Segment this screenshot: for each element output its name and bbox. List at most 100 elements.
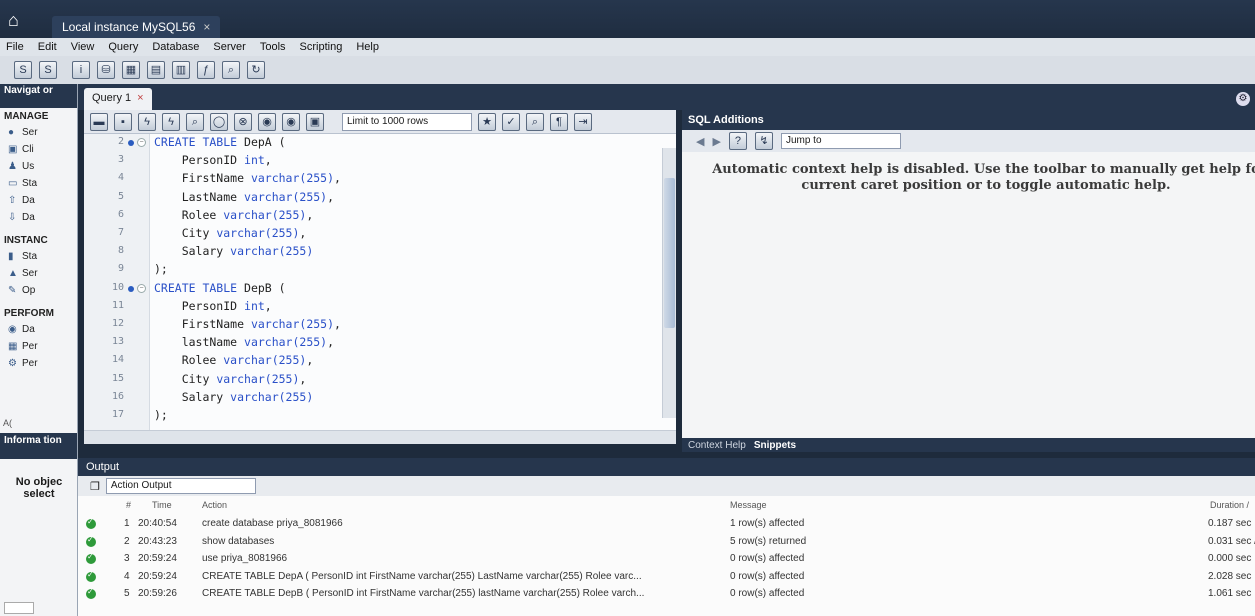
home-icon[interactable]: ⌂ bbox=[8, 10, 30, 30]
import-icon: ⇩ bbox=[8, 212, 17, 223]
rollback-icon[interactable]: ◉ bbox=[282, 112, 300, 131]
instance-section: INSTANC bbox=[4, 235, 48, 246]
close-icon[interactable]: × bbox=[137, 92, 143, 104]
tab-query-1[interactable]: Query 1 × bbox=[84, 88, 152, 110]
nav-item-performance-reports[interactable]: ▦ Per bbox=[0, 338, 77, 355]
code-line: CREATE TABLE DepB ( bbox=[154, 280, 286, 295]
favorite-icon[interactable]: ★ bbox=[478, 112, 496, 131]
nav-item-data-export[interactable]: ⇧ Da bbox=[0, 192, 77, 209]
menu-tools[interactable]: Tools bbox=[260, 41, 286, 53]
output-type-select[interactable]: Action Output bbox=[105, 478, 256, 494]
fold-toggle-icon[interactable]: − bbox=[137, 283, 146, 293]
manual-help-icon[interactable]: ? bbox=[728, 132, 747, 150]
editor-toolbar: ▬ ▪ ϟ ϟ ⌕ ◯ ⊗ ◉ ◉ ▣ Limit to 1000 rows ★… bbox=[84, 110, 676, 134]
reconnect-icon[interactable]: ↻ bbox=[247, 61, 265, 79]
navigator-tabs[interactable]: A( bbox=[0, 418, 77, 432]
nav-item-data-import[interactable]: ⇩ Da bbox=[0, 209, 77, 226]
menu-view[interactable]: View bbox=[71, 41, 95, 53]
nav-item-server-status[interactable]: ● Ser bbox=[0, 124, 77, 141]
menu-database[interactable]: Database bbox=[152, 41, 199, 53]
performance-section: PERFORM bbox=[4, 308, 54, 319]
create-schema-icon[interactable]: ⛁ bbox=[97, 61, 115, 79]
execute-icon[interactable]: ϟ bbox=[138, 112, 156, 131]
open-sql-file-icon[interactable]: S bbox=[39, 61, 57, 79]
forward-icon[interactable]: ▶ bbox=[712, 135, 720, 148]
editor-vertical-scrollbar[interactable] bbox=[662, 148, 676, 418]
search-table-icon[interactable]: ⌕ bbox=[222, 61, 240, 79]
stop-icon[interactable]: ◯ bbox=[210, 112, 228, 131]
action-output-list: # Time Action Message Duration / 1 20:40:… bbox=[78, 496, 1255, 616]
limit-rows-select[interactable]: Limit to 1000 rows bbox=[342, 112, 472, 131]
toggle-continue-icon[interactable]: ⊗ bbox=[234, 112, 252, 131]
jump-to-select[interactable]: Jump to bbox=[780, 133, 901, 149]
save-icon[interactable]: ▪ bbox=[114, 112, 132, 131]
reports-icon: ▦ bbox=[8, 341, 18, 352]
nav-item-dashboard[interactable]: ◉ Da bbox=[0, 321, 77, 338]
create-function-icon[interactable]: ƒ bbox=[197, 61, 215, 79]
schema-setup-icon: ⚙ bbox=[8, 358, 17, 369]
menu-bar: File Edit View Query Database Server Too… bbox=[0, 38, 1255, 56]
find-icon[interactable]: ⌕ bbox=[526, 112, 544, 131]
back-icon[interactable]: ◀ bbox=[696, 135, 704, 148]
nav-item-options-file[interactable]: ✎ Op bbox=[0, 282, 77, 299]
nav-item-startup[interactable]: ▮ Sta bbox=[0, 248, 77, 265]
navigator-scrollbar[interactable] bbox=[4, 602, 34, 614]
explain-icon[interactable]: ⌕ bbox=[186, 112, 204, 131]
scrollbar-thumb[interactable] bbox=[664, 178, 675, 328]
nav-item-performance-schema[interactable]: ⚙ Per bbox=[0, 355, 77, 372]
menu-scripting[interactable]: Scripting bbox=[300, 41, 343, 53]
clients-icon: ▣ bbox=[8, 144, 18, 155]
beautify-icon[interactable]: ✓ bbox=[502, 112, 520, 131]
inspector-icon[interactable]: i bbox=[72, 61, 90, 79]
row-time: 20:40:54 bbox=[138, 518, 177, 529]
sql-editor[interactable]: 2 − 3 4 5 6 7 8 9 10 − 11 12 13 14 15 16 17 CREATE TABLE … bbox=[84, 134, 676, 430]
menu-help[interactable]: Help bbox=[356, 41, 379, 53]
export-icon: ⇧ bbox=[8, 195, 17, 206]
settings-icon[interactable]: ⚙ bbox=[1236, 92, 1250, 106]
code-line: FirstName varchar(255), bbox=[154, 317, 341, 331]
output-title: Output bbox=[78, 458, 1255, 476]
open-folder-icon[interactable]: ▬ bbox=[90, 112, 108, 131]
row-message: 5 row(s) returned bbox=[730, 535, 807, 547]
commit-icon[interactable]: ◉ bbox=[258, 112, 276, 131]
create-table-icon[interactable]: ▦ bbox=[122, 61, 140, 79]
menu-query[interactable]: Query bbox=[108, 41, 138, 53]
row-num: 4 bbox=[124, 570, 130, 582]
create-view-icon[interactable]: ▤ bbox=[147, 61, 165, 79]
code-line: City varchar(255), bbox=[154, 226, 307, 240]
row-time: 20:59:24 bbox=[138, 570, 177, 582]
code-line: Salary varchar(255) bbox=[154, 389, 314, 404]
editor-horizontal-scrollbar[interactable] bbox=[84, 430, 676, 444]
line-number: 14 bbox=[111, 354, 124, 366]
wrap-icon[interactable]: ⇥ bbox=[574, 112, 592, 131]
output-row[interactable]: 1 20:40:54 create database priya_8081966 1 … bbox=[78, 516, 1255, 532]
menu-edit[interactable]: Edit bbox=[38, 41, 57, 53]
invisible-chars-icon[interactable]: ¶ bbox=[550, 112, 568, 131]
nav-item-client-connections[interactable]: ▣ Cli bbox=[0, 141, 77, 158]
fold-toggle-icon[interactable]: − bbox=[137, 138, 146, 147]
menu-server[interactable]: Server bbox=[213, 41, 245, 53]
create-procedure-icon[interactable]: ▥ bbox=[172, 61, 190, 79]
close-icon[interactable]: × bbox=[203, 20, 210, 34]
execute-statement-icon[interactable]: ϟ bbox=[162, 112, 180, 131]
menu-file[interactable]: File bbox=[6, 41, 24, 53]
tab-snippets[interactable]: Snippets bbox=[754, 440, 796, 451]
output-copy-icon[interactable]: ❐ bbox=[90, 480, 100, 493]
autocommit-icon[interactable]: ▣ bbox=[306, 112, 324, 131]
output-row[interactable]: 3 20:59:24 use priya_8081966 0 row(s) affec… bbox=[78, 551, 1255, 567]
nav-item-users[interactable]: ♟ Us bbox=[0, 158, 77, 175]
output-row[interactable]: 2 20:43:23 show databases 5 row(s) returned… bbox=[78, 534, 1255, 550]
output-row[interactable]: 4 20:59:24 CREATE TABLE DepA ( PersonID in… bbox=[78, 569, 1255, 585]
tab-context-help[interactable]: Context Help bbox=[688, 440, 746, 451]
nav-item-status-variables[interactable]: ▭ Sta bbox=[0, 175, 77, 192]
connection-tab-label: Local instance MySQL56 bbox=[62, 20, 196, 34]
output-row[interactable]: 5 20:59:26 CREATE TABLE DepB ( PersonID in… bbox=[78, 586, 1255, 602]
code-line: Rolee varchar(255), bbox=[154, 353, 314, 368]
row-action: show databases bbox=[202, 535, 275, 547]
new-sql-tab-icon[interactable]: S bbox=[14, 61, 32, 79]
nav-item-server-logs[interactable]: ▲ Ser bbox=[0, 265, 77, 282]
row-action: use priya_8081966 bbox=[202, 553, 288, 564]
row-duration: 0.187 sec bbox=[1208, 518, 1252, 529]
auto-help-icon[interactable]: ↯ bbox=[754, 132, 773, 150]
connection-tab[interactable]: Local instance MySQL56 × bbox=[52, 16, 221, 38]
